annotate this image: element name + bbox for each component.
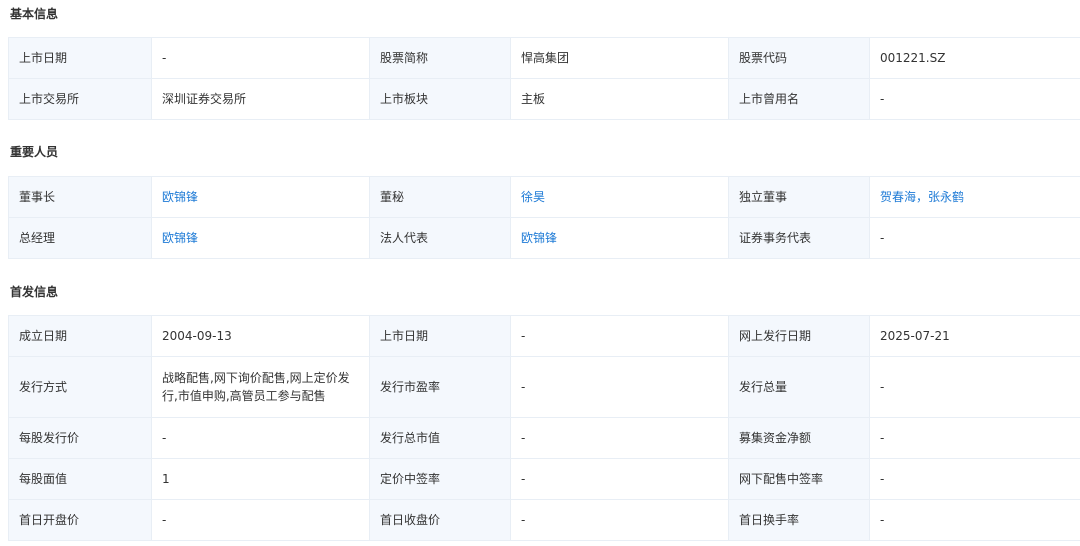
label-ipo-listing-date: 上市日期 <box>369 315 511 357</box>
section-title-people: 重要人员 <box>10 145 59 159</box>
label-issue-market-value: 发行总市值 <box>369 417 511 459</box>
value-net-proceeds: - <box>869 417 1080 459</box>
table-row: 每股发行价 - 发行总市值 - 募集资金净额 - <box>8 417 1080 459</box>
table-row: 上市交易所 深圳证券交易所 上市板块 主板 上市曾用名 - <box>8 78 1080 120</box>
label-pricing-win-rate: 定价中签率 <box>369 458 511 500</box>
value-issue-pe: - <box>510 356 729 418</box>
value-former-name: - <box>869 78 1080 120</box>
table-row: 首日开盘价 - 首日收盘价 - 首日换手率 - <box>8 499 1080 541</box>
basic-info-table: 上市日期 - 股票简称 悍高集团 股票代码 001221.SZ 上市交易所 深圳… <box>8 37 1080 120</box>
value-par-value: 1 <box>151 458 370 500</box>
label-first-day-turnover: 首日换手率 <box>728 499 870 541</box>
table-row: 董事长 欧锦锋 董秘 徐昊 独立董事 贺春海，张永鹤 <box>8 176 1080 218</box>
link-chairman[interactable]: 欧锦锋 <box>151 176 370 218</box>
ipo-info-table: 成立日期 2004-09-13 上市日期 - 网上发行日期 2025-07-21… <box>8 315 1080 541</box>
label-offline-win-rate: 网下配售中签率 <box>728 458 870 500</box>
table-row: 总经理 欧锦锋 法人代表 欧锦锋 证券事务代表 - <box>8 217 1080 259</box>
value-board: 主板 <box>510 78 729 120</box>
value-ipo-listing-date: - <box>510 315 729 357</box>
value-first-day-turnover: - <box>869 499 1080 541</box>
label-issue-volume: 发行总量 <box>728 356 870 418</box>
label-listing-date: 上市日期 <box>8 37 152 79</box>
label-former-name: 上市曾用名 <box>728 78 870 120</box>
value-issue-method: 战略配售,网下询价配售,网上定价发行,市值申购,高管员工参与配售 <box>151 356 370 418</box>
label-stock-code: 股票代码 <box>728 37 870 79</box>
label-issue-pe: 发行市盈率 <box>369 356 511 418</box>
value-stock-name: 悍高集团 <box>510 37 729 79</box>
label-securities-rep: 证券事务代表 <box>728 217 870 259</box>
link-board-secretary[interactable]: 徐昊 <box>510 176 729 218</box>
label-chairman: 董事长 <box>8 176 152 218</box>
value-exchange: 深圳证券交易所 <box>151 78 370 120</box>
value-stock-code: 001221.SZ <box>869 37 1080 79</box>
table-row: 发行方式 战略配售,网下询价配售,网上定价发行,市值申购,高管员工参与配售 发行… <box>8 356 1080 418</box>
section-title-basic: 基本信息 <box>10 7 59 21</box>
label-issue-method: 发行方式 <box>8 356 152 418</box>
value-founded-date: 2004-09-13 <box>151 315 370 357</box>
label-board-secretary: 董秘 <box>369 176 511 218</box>
value-offline-win-rate: - <box>869 458 1080 500</box>
label-online-issue-date: 网上发行日期 <box>728 315 870 357</box>
value-online-issue-date: 2025-07-21 <box>869 315 1080 357</box>
stock-info-page: 基本信息 上市日期 - 股票简称 悍高集团 股票代码 001221.SZ 上市交… <box>0 0 1080 546</box>
table-row: 上市日期 - 股票简称 悍高集团 股票代码 001221.SZ <box>8 37 1080 79</box>
label-board: 上市板块 <box>369 78 511 120</box>
label-stock-name: 股票简称 <box>369 37 511 79</box>
label-issue-price: 每股发行价 <box>8 417 152 459</box>
link-general-manager[interactable]: 欧锦锋 <box>151 217 370 259</box>
label-founded-date: 成立日期 <box>8 315 152 357</box>
value-issue-volume: - <box>869 356 1080 418</box>
label-par-value: 每股面值 <box>8 458 152 500</box>
value-listing-date: - <box>151 37 370 79</box>
value-issue-price: - <box>151 417 370 459</box>
value-first-day-close: - <box>510 499 729 541</box>
value-first-day-open: - <box>151 499 370 541</box>
label-general-manager: 总经理 <box>8 217 152 259</box>
section-title-ipo: 首发信息 <box>10 285 59 299</box>
label-first-day-close: 首日收盘价 <box>369 499 511 541</box>
link-legal-representative[interactable]: 欧锦锋 <box>510 217 729 259</box>
table-row: 成立日期 2004-09-13 上市日期 - 网上发行日期 2025-07-21 <box>8 315 1080 357</box>
label-net-proceeds: 募集资金净额 <box>728 417 870 459</box>
value-pricing-win-rate: - <box>510 458 729 500</box>
label-exchange: 上市交易所 <box>8 78 152 120</box>
table-row: 每股面值 1 定价中签率 - 网下配售中签率 - <box>8 458 1080 500</box>
key-people-table: 董事长 欧锦锋 董秘 徐昊 独立董事 贺春海，张永鹤 总经理 欧锦锋 法人代表 … <box>8 176 1080 259</box>
value-securities-rep: - <box>869 217 1080 259</box>
label-first-day-open: 首日开盘价 <box>8 499 152 541</box>
link-independent-directors[interactable]: 贺春海，张永鹤 <box>869 176 1080 218</box>
label-independent-directors: 独立董事 <box>728 176 870 218</box>
label-legal-representative: 法人代表 <box>369 217 511 259</box>
value-issue-market-value: - <box>510 417 729 459</box>
